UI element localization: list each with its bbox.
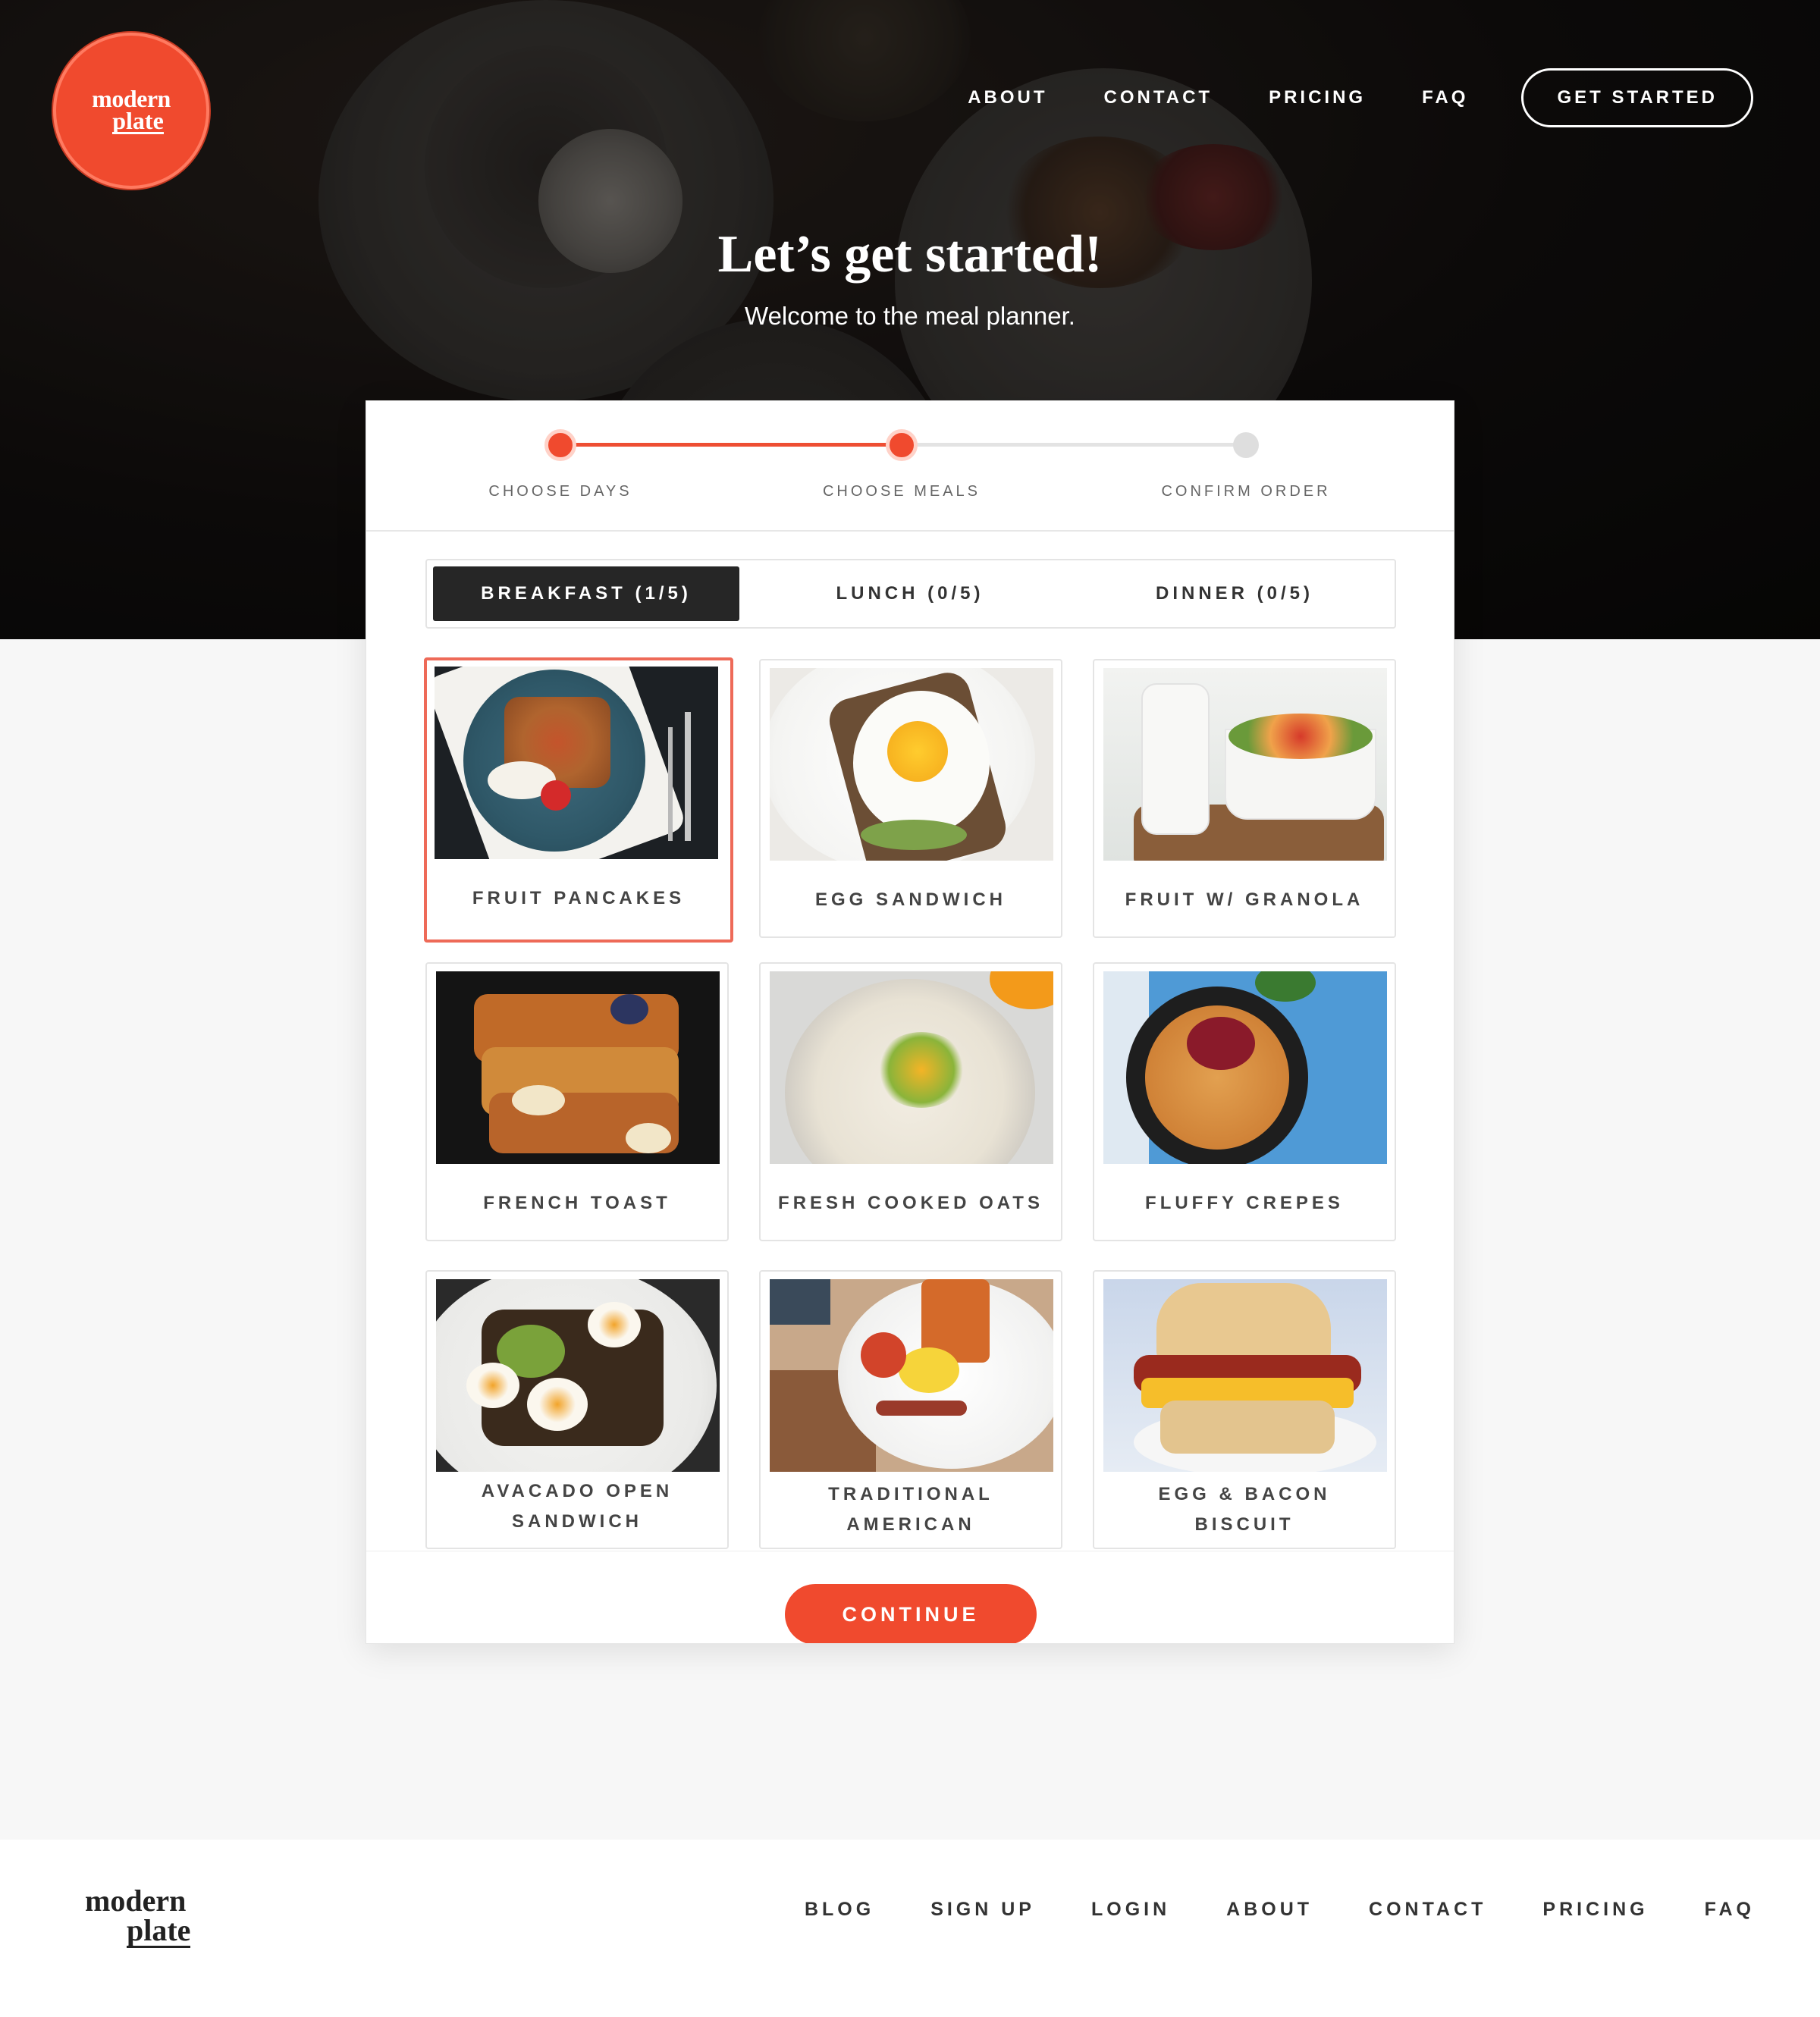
progress-stepper: CHOOSE DAYS CHOOSE MEALS CONFIRM ORDER bbox=[366, 401, 1454, 532]
meal-card-traditional-american[interactable]: TRADITIONAL AMERICAN bbox=[759, 1270, 1062, 1549]
french-toast-image bbox=[436, 971, 720, 1164]
egg-bacon-biscuit-image bbox=[1103, 1279, 1387, 1472]
step-label-confirm-order: CONFIRM ORDER bbox=[1161, 483, 1331, 500]
meal-card-egg-bacon-biscuit[interactable]: EGG & BACON BISCUIT bbox=[1093, 1270, 1396, 1549]
meal-card-fruit-pancakes[interactable]: FRUIT PANCAKES bbox=[424, 657, 733, 943]
meal-name-line2: SANDWICH bbox=[512, 1511, 642, 1532]
fruit-pancakes-image bbox=[435, 667, 718, 859]
meal-name: FRUIT W/ GRANOLA bbox=[1125, 889, 1364, 910]
tab-dinner[interactable]: DINNER (0/5) bbox=[1081, 566, 1389, 621]
meal-name: AVACADO OPEN SANDWICH bbox=[427, 1476, 727, 1537]
tab-breakfast[interactable]: BREAKFAST (1/5) bbox=[433, 566, 739, 621]
meal-type-tabs: BREAKFAST (1/5) LUNCH (0/5) DINNER (0/5) bbox=[425, 559, 1396, 629]
meal-name: FRUIT PANCAKES bbox=[472, 888, 686, 908]
meal-name: FRENCH TOAST bbox=[483, 1193, 671, 1213]
nav-faq[interactable]: FAQ bbox=[1422, 87, 1468, 108]
fresh-cooked-oats-image bbox=[770, 971, 1053, 1164]
step-dot-choose-days[interactable] bbox=[544, 429, 576, 461]
fruit-granola-image bbox=[1103, 668, 1387, 861]
page-subtitle: Welcome to the meal planner. bbox=[745, 302, 1075, 330]
footer-logo[interactable]: modern plate bbox=[85, 1884, 191, 1948]
meal-name: EGG & BACON BISCUIT bbox=[1094, 1479, 1395, 1540]
meal-name-line2: AMERICAN bbox=[846, 1514, 975, 1535]
step-dot-confirm-order bbox=[1233, 432, 1259, 458]
brand-logo[interactable]: modern plate bbox=[53, 33, 209, 189]
meal-name-line2: BISCUIT bbox=[1194, 1514, 1294, 1535]
footer-logo-line1: modern bbox=[85, 1884, 187, 1918]
meal-name: TRADITIONAL AMERICAN bbox=[761, 1479, 1061, 1540]
nav-pricing[interactable]: PRICING bbox=[1269, 87, 1366, 108]
footer-logo-line2: plate bbox=[127, 1913, 191, 1948]
nav-about[interactable]: ABOUT bbox=[968, 87, 1047, 108]
meal-name: FRESH COOKED OATS bbox=[778, 1193, 1043, 1213]
meal-card-fruit-granola[interactable]: FRUIT W/ GRANOLA bbox=[1093, 659, 1396, 938]
fluffy-crepes-image bbox=[1103, 971, 1387, 1164]
egg-sandwich-image bbox=[770, 668, 1053, 861]
meal-card-fluffy-crepes[interactable]: FLUFFY CREPES bbox=[1093, 962, 1396, 1241]
meal-name: EGG SANDWICH bbox=[815, 889, 1006, 910]
avacado-sandwich-image bbox=[436, 1279, 720, 1472]
nav-contact[interactable]: CONTACT bbox=[1104, 87, 1213, 108]
meal-card-fresh-cooked-oats[interactable]: FRESH COOKED OATS bbox=[759, 962, 1062, 1241]
site-footer: modern plate BLOG SIGN UP LOGIN ABOUT CO… bbox=[0, 1840, 1820, 2017]
continue-button[interactable]: CONTINUE bbox=[785, 1584, 1037, 1643]
footer-link-login[interactable]: LOGIN bbox=[1091, 1899, 1170, 1921]
footer-link-blog[interactable]: BLOG bbox=[805, 1899, 874, 1921]
meal-card-avacado-open-sandwich[interactable]: AVACADO OPEN SANDWICH bbox=[425, 1270, 729, 1549]
footer-nav: BLOG SIGN UP LOGIN ABOUT CONTACT PRICING… bbox=[748, 1899, 1755, 1921]
footer-link-about[interactable]: ABOUT bbox=[1226, 1899, 1313, 1921]
footer-link-faq[interactable]: FAQ bbox=[1705, 1899, 1755, 1921]
logo-text-line2: plate bbox=[112, 106, 164, 134]
top-nav: ABOUT CONTACT PRICING FAQ GET STARTED bbox=[912, 68, 1753, 127]
meal-name-line1: AVACADO OPEN bbox=[481, 1481, 673, 1501]
meal-name-line1: EGG & BACON bbox=[1158, 1484, 1331, 1504]
footer-link-pricing[interactable]: PRICING bbox=[1542, 1899, 1648, 1921]
meal-card-french-toast[interactable]: FRENCH TOAST bbox=[425, 962, 729, 1241]
progress-track-complete bbox=[560, 443, 902, 447]
footer-link-contact[interactable]: CONTACT bbox=[1369, 1899, 1486, 1921]
traditional-american-image bbox=[770, 1279, 1053, 1472]
step-label-choose-meals: CHOOSE MEALS bbox=[822, 483, 981, 500]
progress-track-remaining bbox=[902, 443, 1243, 447]
meal-card-egg-sandwich[interactable]: EGG SANDWICH bbox=[759, 659, 1062, 938]
meal-name-line1: TRADITIONAL bbox=[828, 1484, 993, 1504]
logo-text-line1: modern bbox=[92, 84, 171, 112]
meal-planner-card: CHOOSE DAYS CHOOSE MEALS CONFIRM ORDER B… bbox=[366, 400, 1454, 1644]
footer-link-sign-up[interactable]: SIGN UP bbox=[930, 1899, 1035, 1921]
meal-name: FLUFFY CREPES bbox=[1145, 1193, 1344, 1213]
step-label-choose-days: CHOOSE DAYS bbox=[488, 483, 632, 500]
tab-lunch[interactable]: LUNCH (0/5) bbox=[739, 566, 1081, 621]
page-title: Let’s get started! bbox=[717, 225, 1103, 284]
get-started-button[interactable]: GET STARTED bbox=[1521, 68, 1753, 127]
step-dot-choose-meals[interactable] bbox=[886, 429, 918, 461]
